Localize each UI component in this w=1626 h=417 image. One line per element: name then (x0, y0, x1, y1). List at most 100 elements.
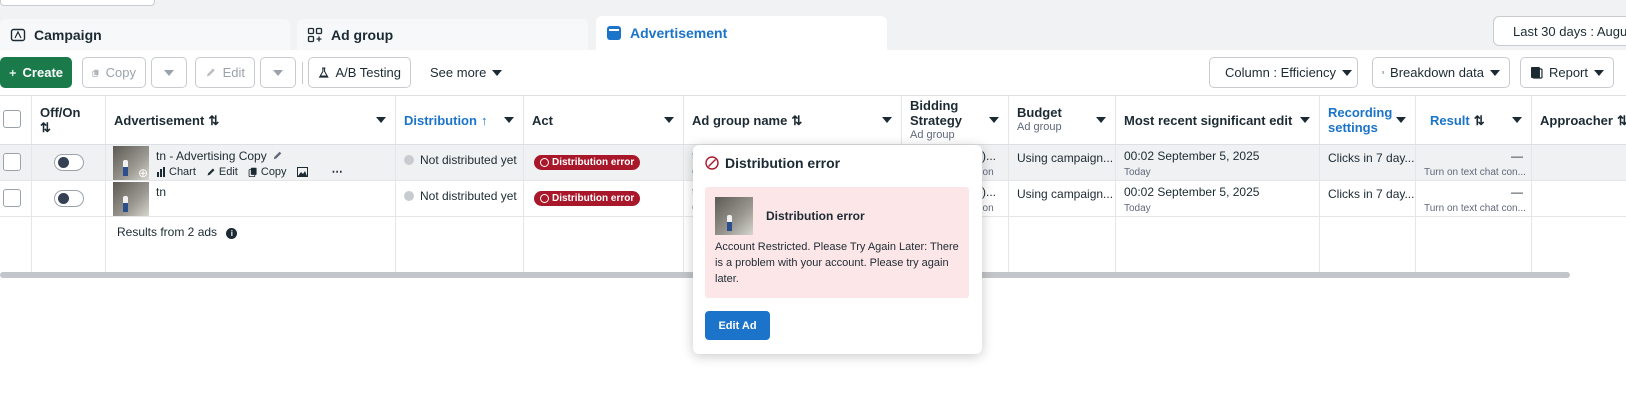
breakdown-button[interactable]: Breakdown data (1372, 57, 1510, 88)
recording-cell: Clicks in 7 day... (1320, 181, 1416, 216)
columns-button[interactable]: Column : Efficiency (1209, 57, 1358, 88)
result-cell: — Turn on text chat con... (1416, 145, 1532, 180)
chevron-down-icon[interactable] (882, 117, 892, 123)
adgroup-icon (307, 27, 323, 42)
pencil-icon[interactable] (272, 150, 283, 161)
ad-name[interactable]: tn (156, 185, 166, 199)
header-bidding-strategy[interactable]: Bidding Strategy Ad group (902, 96, 1009, 144)
ad-toggle[interactable] (54, 154, 84, 171)
header-budget-label: Budget (1017, 105, 1062, 120)
header-act[interactable]: Act (524, 96, 684, 144)
ad-row-actions: Chart Edit Copy ⋯ (156, 165, 343, 178)
header-bidding-label: Bidding Strategy (910, 97, 963, 128)
copy-action[interactable]: Copy (248, 166, 287, 178)
status-dot-icon (404, 191, 414, 201)
result-value: — (1511, 149, 1523, 163)
tab-advertisement[interactable]: Advertisement (596, 16, 887, 50)
error-badge-label: Distribution error (552, 193, 635, 204)
report-label: Report (1548, 65, 1588, 80)
edit-day: Today (1124, 167, 1151, 178)
header-recent-edit[interactable]: Most recent significant edit (1116, 96, 1320, 144)
chevron-down-icon[interactable] (1512, 117, 1522, 123)
copy-icon (92, 69, 99, 77)
chevron-down-icon[interactable] (989, 117, 999, 123)
ad-toggle[interactable] (54, 190, 84, 207)
header-result-label: Result (1430, 112, 1470, 128)
ad-thumbnail[interactable]: ⊕ (113, 146, 149, 180)
header-budget[interactable]: Budget Ad group (1009, 96, 1116, 144)
header-advertisement[interactable]: Advertisement ⇅ (106, 96, 396, 144)
offon-cell (32, 145, 106, 180)
copy-dropdown[interactable] (151, 57, 187, 88)
edit-button[interactable]: Edit (195, 57, 255, 88)
tab-campaign[interactable]: Campaign (0, 19, 290, 50)
header-act-label: Act (532, 112, 553, 128)
error-badge[interactable]: Distribution error (534, 191, 641, 206)
pencil-icon (206, 68, 215, 77)
more-icon[interactable]: ⋯ (332, 165, 343, 178)
header-approacher[interactable]: Approacher ⇅ (1532, 96, 1626, 144)
edit-time: 00:02 September 5, 2025 (1124, 149, 1260, 163)
tab-ad-group[interactable]: Ad group (297, 19, 588, 50)
copy-label: Copy (105, 65, 136, 80)
row-checkbox[interactable] (3, 153, 21, 171)
result-sub-link[interactable]: Turn on text chat con... (1424, 203, 1526, 214)
header-result[interactable]: Result ⇅ (1416, 96, 1532, 144)
distribution-error-popover: Distribution error Distribution error Ac… (693, 145, 982, 354)
status-dot-icon (404, 155, 414, 165)
ad-thumbnail[interactable] (113, 182, 149, 216)
chevron-down-icon (1490, 69, 1500, 76)
table-header: Off/On ⇅ Advertisement ⇅ Distribution ↑ … (0, 95, 1626, 145)
tab-campaign-label: Campaign (34, 26, 102, 43)
result-cell: — Turn on text chat con... (1416, 181, 1532, 216)
chevron-down-icon[interactable] (664, 117, 674, 123)
header-distribution[interactable]: Distribution ↑ (396, 96, 524, 144)
chart-action[interactable]: Chart (156, 166, 196, 178)
chevron-down-icon[interactable] (1096, 117, 1106, 123)
ab-testing-button[interactable]: A/B Testing (308, 57, 411, 88)
header-distribution-label: Distribution (404, 112, 477, 128)
edit-action[interactable]: Edit (206, 166, 238, 178)
sort-ascending-icon: ↑ (480, 112, 488, 128)
info-icon[interactable]: i (226, 228, 238, 239)
ad-icon (607, 26, 621, 40)
chevron-down-icon[interactable] (376, 117, 386, 123)
distribution-status: Not distributed yet (420, 153, 517, 167)
offon-cell (32, 181, 106, 216)
see-more-button[interactable]: See more (421, 57, 503, 88)
report-button[interactable]: Report (1520, 57, 1614, 88)
result-sub-link[interactable]: Turn on text chat con... (1424, 167, 1526, 178)
chevron-down-icon[interactable] (504, 117, 514, 123)
edit-day: Today (1124, 203, 1151, 214)
summary-empty (396, 217, 524, 275)
chevron-down-icon[interactable] (1396, 117, 1406, 123)
error-icon (540, 158, 549, 167)
create-button[interactable]: Create (0, 57, 72, 88)
edit-dropdown[interactable] (260, 57, 296, 88)
ad-name-text: tn - Advertising Copy (156, 149, 267, 163)
chevron-down-icon[interactable] (1300, 117, 1310, 123)
see-more-label: See more (430, 65, 487, 80)
approacher-cell (1532, 181, 1626, 216)
row-select-cell (0, 181, 32, 216)
error-badge[interactable]: Distribution error (534, 155, 641, 170)
edit-ad-button[interactable]: Edit Ad (705, 311, 770, 340)
row-checkbox[interactable] (3, 189, 21, 207)
distribution-status: Not distributed yet (420, 189, 517, 203)
ad-name[interactable]: tn - Advertising Copy (156, 149, 283, 163)
breadcrumb[interactable] (0, 0, 155, 6)
header-offon[interactable]: Off/On ⇅ (32, 96, 106, 144)
header-ad-group-name[interactable]: Ad group name ⇅ (684, 96, 902, 144)
result-value: — (1511, 185, 1523, 199)
select-all-checkbox[interactable] (3, 110, 21, 128)
date-range-button[interactable]: Last 30 days : August (1493, 16, 1626, 46)
copy-button[interactable]: Copy (82, 57, 146, 88)
act-cell: Distribution error (524, 181, 684, 216)
select-all-cell (0, 96, 32, 144)
header-recording-settings[interactable]: Recording settings (1320, 96, 1416, 144)
chevron-down-icon (492, 69, 503, 76)
recording-cell: Clicks in 7 day... (1320, 145, 1416, 180)
header-budget-sub: Ad group (1017, 121, 1062, 133)
zoom-icon: ⊕ (137, 166, 148, 180)
preview-icon[interactable] (296, 166, 308, 177)
